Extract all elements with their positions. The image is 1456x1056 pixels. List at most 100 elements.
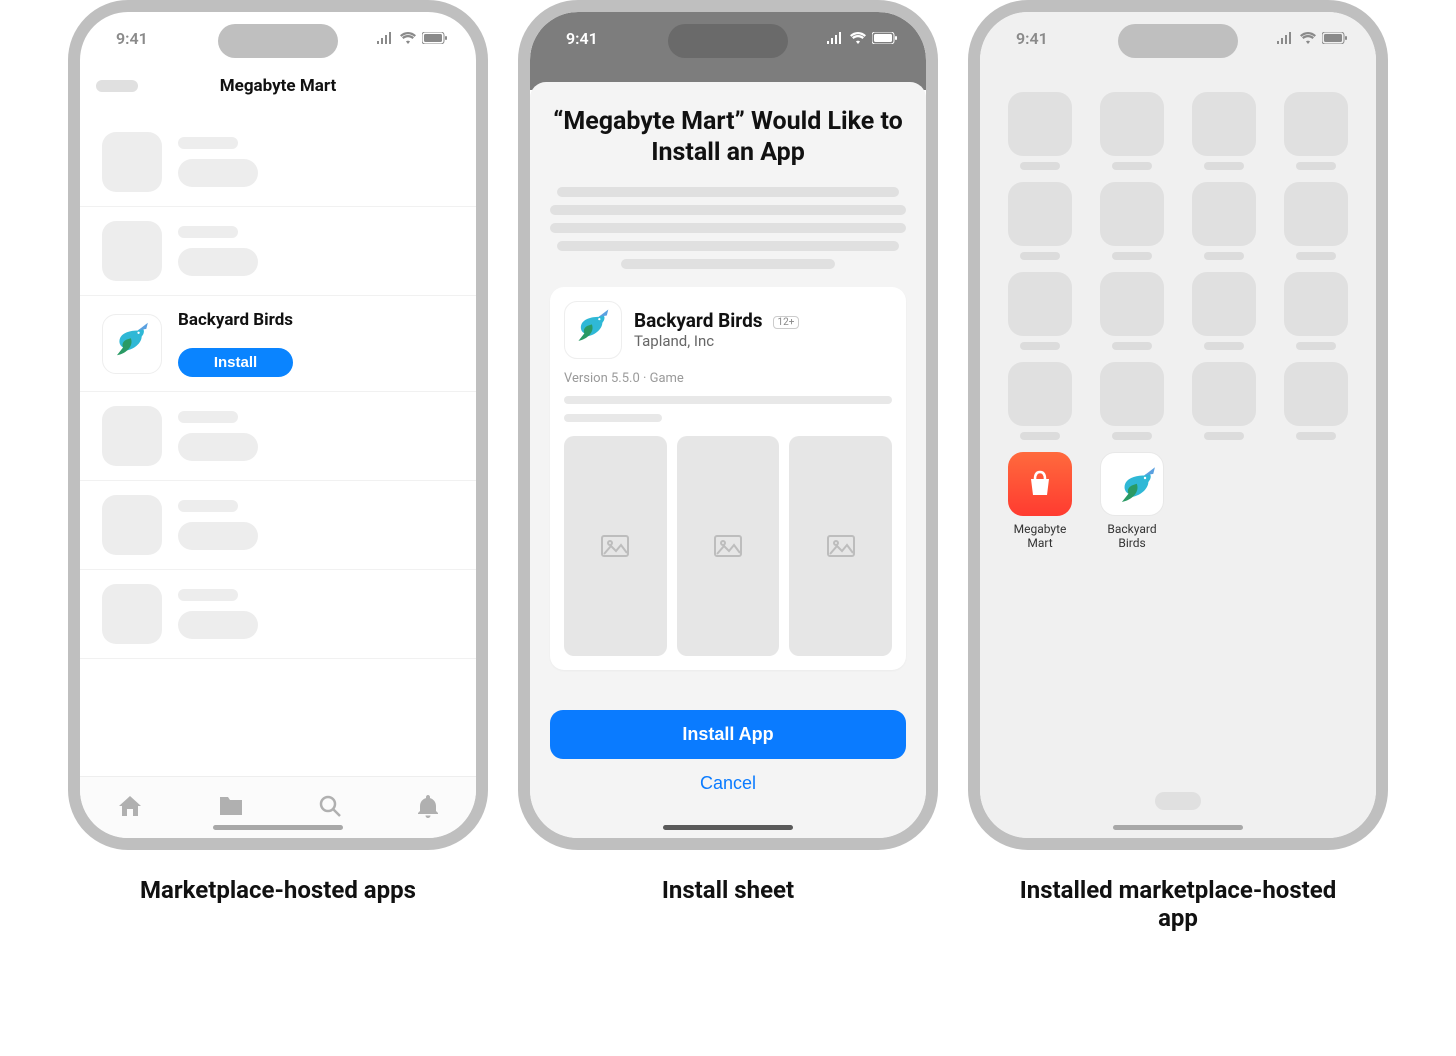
home-indicator[interactable]: [1113, 825, 1243, 830]
bell-icon: [417, 794, 439, 818]
placeholder-pill: [178, 159, 258, 187]
image-icon: [714, 535, 742, 557]
placeholder-line: [178, 589, 238, 601]
placeholder-line: [564, 396, 892, 404]
age-rating-badge: 12+: [773, 316, 800, 329]
status-time: 9:41: [566, 29, 598, 48]
status-indicators: [826, 32, 898, 44]
app-icon-placeholder[interactable]: [1186, 272, 1262, 350]
app-icon-placeholder: [102, 584, 162, 644]
wifi-icon: [850, 32, 866, 44]
app-label: Megabyte Mart: [1002, 522, 1078, 551]
wifi-icon: [1300, 32, 1316, 44]
status-indicators: [1276, 32, 1348, 44]
app-icon-placeholder[interactable]: [1278, 272, 1354, 350]
image-icon: [827, 535, 855, 557]
marketplace-list: Backyard Birds Install: [80, 112, 476, 776]
hummingbird-icon: [1107, 459, 1157, 509]
tab-notifications[interactable]: [417, 794, 439, 822]
placeholder-pill: [178, 522, 258, 550]
nav-title: Megabyte Mart: [220, 76, 336, 96]
list-item[interactable]: [80, 207, 476, 296]
app-icon-placeholder[interactable]: [1278, 362, 1354, 440]
install-sheet: “Megabyte Mart” Would Like to Install an…: [530, 82, 926, 838]
shopping-bag-icon: [1023, 467, 1057, 501]
caption-home: Installed marketplace-hosted app: [998, 876, 1358, 932]
app-icon-placeholder[interactable]: [1094, 182, 1170, 260]
tab-home[interactable]: [117, 794, 143, 822]
cancel-button[interactable]: Cancel: [550, 759, 906, 808]
placeholder-line: [178, 226, 238, 238]
app-icon-placeholder[interactable]: [1278, 182, 1354, 260]
caption-marketplace: Marketplace-hosted apps: [140, 876, 416, 904]
tab-search[interactable]: [318, 794, 342, 822]
placeholder-pill: [178, 611, 258, 639]
app-name: Backyard Birds: [634, 309, 763, 332]
screenshots-row[interactable]: [564, 436, 892, 656]
folder-icon: [218, 795, 244, 817]
home-indicator[interactable]: [213, 825, 343, 830]
status-time: 9:41: [1016, 29, 1048, 48]
app-icon-placeholder[interactable]: [1002, 272, 1078, 350]
app-icon-backyard-birds: [102, 314, 162, 374]
phone-marketplace: 9:41 Megabyte Mart: [68, 0, 488, 850]
app-icon-placeholder[interactable]: [1002, 92, 1078, 170]
nav-bar: Megabyte Mart: [80, 64, 476, 108]
app-icon-placeholder: [102, 132, 162, 192]
app-icon-placeholder[interactable]: [1186, 92, 1262, 170]
search-icon: [318, 794, 342, 818]
status-indicators: [376, 32, 448, 44]
back-button-placeholder[interactable]: [96, 80, 138, 92]
placeholder-line: [178, 411, 238, 423]
list-item[interactable]: [80, 392, 476, 481]
phone-install-sheet: 9:41 “Megabyte Mart” Would Like to Insta…: [518, 0, 938, 850]
app-icon-placeholder[interactable]: [1094, 272, 1170, 350]
dynamic-island: [1118, 24, 1238, 58]
hummingbird-icon: [103, 315, 149, 361]
home-indicator[interactable]: [663, 825, 793, 830]
battery-icon: [872, 32, 898, 44]
home-grid: Megabyte Mart Backyard Birds: [1002, 92, 1354, 551]
list-item-backyard-birds[interactable]: Backyard Birds Install: [80, 296, 476, 392]
screenshot-placeholder[interactable]: [789, 436, 892, 656]
placeholder-line: [178, 137, 238, 149]
version-line: Version 5.5.0 · Game: [564, 371, 892, 386]
app-label: Backyard Birds: [1094, 522, 1170, 551]
cellular-icon: [1276, 32, 1294, 44]
screenshot-placeholder[interactable]: [564, 436, 667, 656]
hummingbird-icon: [565, 302, 610, 347]
app-icon-placeholder[interactable]: [1002, 362, 1078, 440]
placeholder-line: [564, 414, 662, 422]
app-icon-placeholder[interactable]: [1278, 92, 1354, 170]
list-item[interactable]: [80, 112, 476, 207]
app-icon-placeholder[interactable]: [1186, 182, 1262, 260]
app-icon-placeholder[interactable]: [1002, 182, 1078, 260]
phone-home-screen: 9:41: [968, 0, 1388, 850]
app-icon-placeholder[interactable]: [1094, 92, 1170, 170]
battery-icon: [422, 32, 448, 44]
app-icon-placeholder: [102, 221, 162, 281]
placeholder-pill: [178, 248, 258, 276]
page-dots[interactable]: [1155, 792, 1201, 810]
caption-install-sheet: Install sheet: [662, 876, 794, 904]
app-card: Backyard Birds 12+ Tapland, Inc Version …: [550, 287, 906, 670]
app-icon-placeholder: [102, 495, 162, 555]
image-icon: [601, 535, 629, 557]
install-button[interactable]: Install: [178, 348, 293, 377]
publisher-name: Tapland, Inc: [634, 332, 799, 350]
app-icon-backyard-birds[interactable]: Backyard Birds: [1094, 452, 1170, 551]
cellular-icon: [826, 32, 844, 44]
app-icon-placeholder[interactable]: [1094, 362, 1170, 440]
list-item[interactable]: [80, 570, 476, 659]
description-placeholder: [550, 187, 906, 269]
app-icon-placeholder: [102, 406, 162, 466]
app-icon-backyard-birds: [564, 301, 622, 359]
app-icon-placeholder[interactable]: [1186, 362, 1262, 440]
list-item[interactable]: [80, 481, 476, 570]
install-app-button[interactable]: Install App: [550, 710, 906, 759]
status-time: 9:41: [116, 29, 148, 48]
tab-categories[interactable]: [218, 795, 244, 821]
placeholder-line: [178, 500, 238, 512]
app-icon-megabyte-mart[interactable]: Megabyte Mart: [1002, 452, 1078, 551]
screenshot-placeholder[interactable]: [677, 436, 780, 656]
